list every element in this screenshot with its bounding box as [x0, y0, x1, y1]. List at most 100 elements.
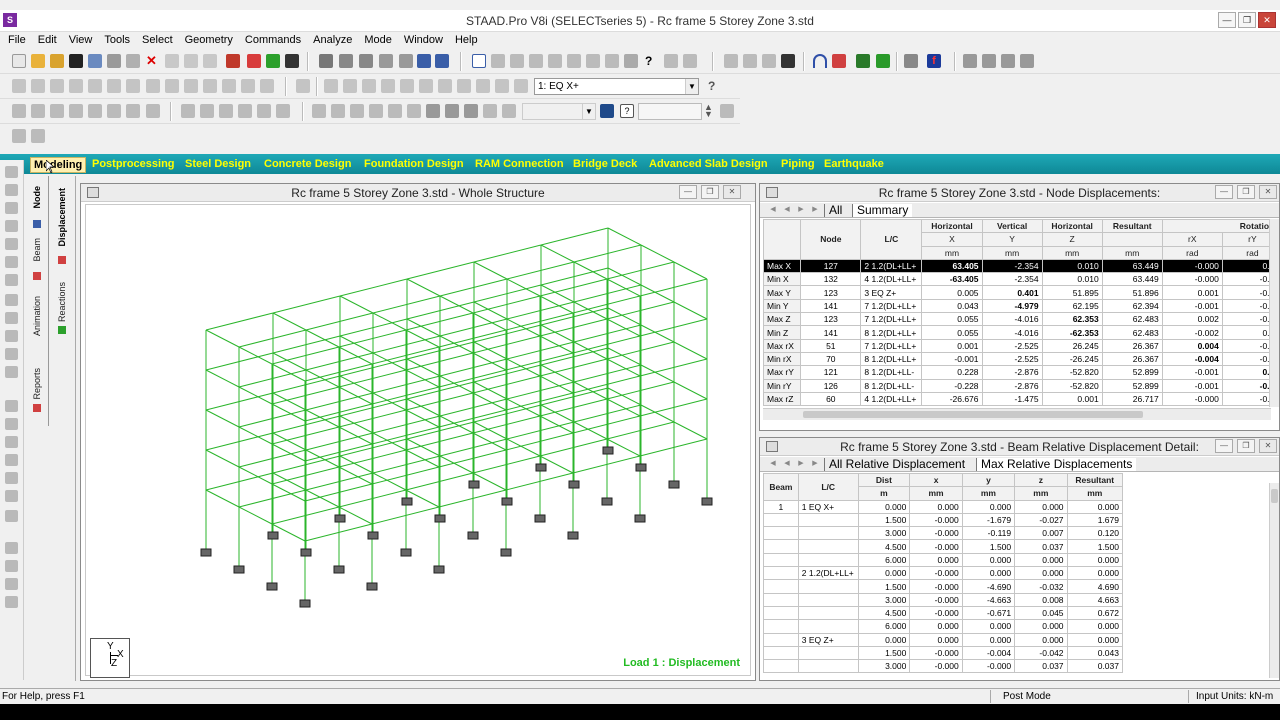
beam-cursor-icon[interactable] — [5, 220, 18, 232]
table-row[interactable]: 11 EQ X+ 0.000 0.000 0.000 0.000 0.000 — [763, 499, 1124, 514]
export-icon[interactable] — [379, 54, 393, 68]
menu-tools[interactable]: Tools — [98, 32, 136, 48]
snap-node-icon[interactable] — [12, 104, 26, 118]
tab-max-relative-displacements[interactable]: Max Relative Displacements — [976, 458, 1137, 471]
wand-icon[interactable] — [285, 54, 299, 68]
circular-repeat-icon[interactable] — [107, 104, 121, 118]
add-beam-icon[interactable] — [31, 104, 45, 118]
label-nodes-icon[interactable] — [312, 104, 326, 118]
record-icon[interactable] — [247, 54, 261, 68]
plate-cursor-icon[interactable] — [5, 238, 18, 250]
beam-minimize-button[interactable]: — — [1215, 439, 1233, 453]
spin-left-icon[interactable] — [203, 79, 217, 93]
save-icon[interactable] — [69, 54, 83, 68]
node-vertical-scrollbar[interactable] — [1269, 219, 1279, 407]
table-row[interactable]: Max rZ 60 4 1.2(DL+LL+ -26.676 -1.475 0.001 26… — [763, 391, 1271, 407]
open-folder-icon[interactable] — [50, 54, 64, 68]
merge-beam-icon[interactable] — [219, 104, 233, 118]
redo-icon[interactable] — [184, 54, 198, 68]
cursor-select-icon[interactable] — [5, 166, 18, 178]
magnify-icon[interactable] — [495, 79, 509, 93]
zoom-out-icon[interactable] — [362, 79, 376, 93]
menu-help[interactable]: Help — [449, 32, 484, 48]
table-row[interactable]: 4.500 -0.000 -0.671 0.045 0.672 — [763, 605, 1124, 621]
snap-grid-icon[interactable] — [31, 129, 45, 143]
physical-cursor-icon[interactable] — [5, 366, 18, 378]
menu-analyze[interactable]: Analyze — [307, 32, 358, 48]
zoom-in-icon[interactable] — [343, 79, 357, 93]
print-icon[interactable] — [319, 54, 333, 68]
load-icon[interactable] — [856, 54, 870, 68]
measure-icon[interactable] — [743, 54, 757, 68]
add-plate-icon[interactable] — [50, 104, 64, 118]
select-members-icon[interactable] — [605, 54, 619, 68]
table-row[interactable]: Min rX 70 8 1.2(DL+LL+ -0.001 -2.525 -26.245 2… — [763, 351, 1271, 367]
structure-maximize-button[interactable]: ❐ — [701, 185, 719, 199]
copy-icon[interactable] — [88, 54, 102, 68]
table-row[interactable]: 1.500 -0.000 -1.679 -0.027 1.679 — [763, 512, 1124, 528]
node-maximize-button[interactable]: ❐ — [1237, 185, 1255, 199]
select-plates-icon[interactable] — [529, 54, 543, 68]
chevron-down-icon[interactable]: ▼ — [685, 79, 698, 94]
scroll-thumb[interactable] — [1271, 489, 1278, 503]
whats-this-icon[interactable] — [664, 54, 678, 68]
rotate-y-icon[interactable] — [165, 79, 179, 93]
view-front-icon[interactable] — [12, 79, 26, 93]
mesh-tool-icon[interactable] — [5, 596, 18, 608]
zoom-previous-icon[interactable] — [419, 79, 433, 93]
window-cascade-icon[interactable] — [963, 54, 977, 68]
edit-cursor-icon[interactable] — [5, 312, 18, 324]
check-tool-icon[interactable] — [5, 560, 18, 572]
cut-icon[interactable] — [107, 54, 121, 68]
zoom-window-icon[interactable] — [381, 79, 395, 93]
label-icon[interactable] — [762, 54, 776, 68]
structure-diagram-select[interactable]: ▼ — [522, 103, 596, 120]
dynamic-rotate-icon[interactable] — [260, 79, 274, 93]
maximize-button[interactable]: ❐ — [1238, 12, 1256, 28]
member-cursor-icon[interactable] — [5, 330, 18, 342]
zoom-dynamic-icon[interactable] — [438, 79, 452, 93]
structure-minimize-button[interactable]: — — [679, 185, 697, 199]
table-row[interactable]: Max rY 121 8 1.2(DL+LL- 0.228 -2.876 -52.820 5… — [763, 365, 1271, 380]
spin-icon[interactable]: ▲ ▼ — [704, 103, 718, 119]
table-row[interactable]: Max X 127 2 1.2(DL+LL+ 63.405 -2.354 0.010 63.… — [763, 258, 1271, 274]
table-row[interactable]: Max Z 123 7 1.2(DL+LL+ 0.055 -4.016 62.353 62.… — [763, 312, 1271, 327]
group-icon[interactable] — [5, 400, 18, 412]
last-tab-icon[interactable]: ▶ — [810, 459, 820, 469]
table-row[interactable]: Max Y 123 3 EQ Z+ 0.005 0.401 51.895 51.896 0.0… — [763, 285, 1271, 300]
rotate-z-icon[interactable] — [184, 79, 198, 93]
tab-concrete-design[interactable]: Concrete Design — [264, 157, 351, 171]
menu-mode[interactable]: Mode — [358, 32, 398, 48]
support-tool-icon[interactable] — [5, 472, 18, 484]
window-close-all-icon[interactable] — [1020, 54, 1034, 68]
pan-icon[interactable] — [241, 79, 255, 93]
zoom-icon[interactable] — [324, 79, 338, 93]
table-row[interactable]: 3.000 -0.000 -4.663 0.008 4.663 — [763, 592, 1124, 607]
tab-postprocessing[interactable]: Postprocessing — [92, 157, 175, 171]
cursor-icon[interactable] — [624, 54, 638, 68]
add-solid-icon[interactable] — [69, 104, 83, 118]
tab-foundation-design[interactable]: Foundation Design — [364, 157, 464, 171]
query-icon[interactable]: ? — [620, 104, 634, 118]
tab-steel-design[interactable]: Steel Design — [185, 157, 251, 171]
node-horizontal-scrollbar[interactable] — [763, 408, 1271, 420]
display-icon[interactable] — [296, 79, 310, 93]
side-tab-displacement[interactable]: Displacement — [57, 188, 67, 247]
zoom-extents-icon[interactable] — [457, 79, 471, 93]
side-tab-beam[interactable]: Beam — [32, 238, 42, 262]
scale-field[interactable] — [638, 103, 702, 120]
mirror-icon[interactable] — [126, 104, 140, 118]
beam-maximize-button[interactable]: ❐ — [1237, 439, 1255, 453]
menu-edit[interactable]: Edit — [32, 32, 63, 48]
prev-tab-icon[interactable]: ◀ — [782, 459, 792, 469]
property-icon[interactable] — [5, 436, 18, 448]
table-row[interactable]: 4.500 -0.000 1.500 0.037 1.500 — [763, 539, 1124, 554]
prev-tab-icon[interactable]: ◀ — [782, 205, 792, 215]
run-analysis-icon[interactable] — [226, 54, 240, 68]
tab-ram-connection[interactable]: RAM Connection — [475, 157, 564, 171]
structure-close-button[interactable]: ✕ — [723, 185, 741, 199]
side-tab-reports[interactable]: Reports — [32, 368, 42, 400]
section-icon[interactable] — [5, 418, 18, 430]
renumber-icon[interactable] — [276, 104, 290, 118]
move-down-icon[interactable] — [720, 104, 734, 118]
